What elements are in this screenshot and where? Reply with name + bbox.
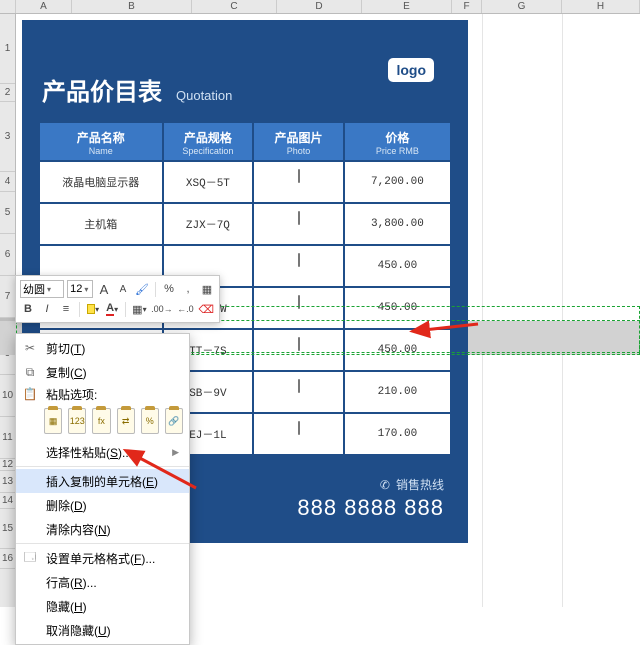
cell-photo[interactable] bbox=[253, 245, 344, 287]
col-D[interactable]: D bbox=[277, 0, 362, 13]
cell-price[interactable]: 450.00 bbox=[344, 329, 451, 371]
cell-photo[interactable] bbox=[253, 371, 344, 413]
menu-unhide[interactable]: 取消隐藏(U) bbox=[16, 618, 189, 642]
row-12[interactable]: 12 bbox=[0, 459, 15, 471]
th-name[interactable]: 产品名称Name bbox=[39, 122, 163, 161]
cell-photo[interactable] bbox=[253, 413, 344, 455]
row-5[interactable]: 5 bbox=[0, 192, 15, 234]
menu-cut[interactable]: ✂ 剪切(T) bbox=[16, 336, 189, 360]
menu-row-height[interactable]: 行高(R)... bbox=[16, 570, 189, 594]
page-title: 产品价目表 bbox=[42, 72, 162, 107]
row-14[interactable]: 14 bbox=[0, 493, 15, 509]
th-photo[interactable]: 产品图片Photo bbox=[253, 122, 344, 161]
menu-delete[interactable]: 删除(D) bbox=[16, 493, 189, 517]
row-2[interactable]: 2 bbox=[0, 84, 15, 102]
paste-option-formulas[interactable]: fx bbox=[92, 408, 110, 434]
th-spec[interactable]: 产品规格Specification bbox=[163, 122, 254, 161]
monitor-icon bbox=[281, 422, 317, 446]
decrease-decimal-button[interactable]: ←.0 bbox=[176, 300, 194, 318]
row-11[interactable]: 11 bbox=[0, 417, 15, 459]
monitor-icon bbox=[281, 338, 317, 362]
italic-button[interactable]: I bbox=[39, 300, 55, 318]
paste-option-link[interactable]: 🔗 bbox=[165, 408, 183, 434]
cell-name[interactable]: 主机箱 bbox=[39, 203, 163, 245]
menu-copy[interactable]: ⧉ 复制(C) bbox=[16, 360, 189, 384]
cell-photo[interactable] bbox=[253, 161, 344, 203]
menu-clear-contents[interactable]: 清除内容(N) bbox=[16, 517, 189, 541]
col-A[interactable]: A bbox=[16, 0, 72, 13]
col-F[interactable]: F bbox=[452, 0, 482, 13]
cell-spec[interactable]: XSQ－5T bbox=[163, 161, 254, 203]
cell-price[interactable]: 450.00 bbox=[344, 287, 451, 329]
font-color-button[interactable]: A▾ bbox=[104, 300, 120, 318]
col-E[interactable]: E bbox=[362, 0, 452, 13]
row-6[interactable]: 6 bbox=[0, 234, 15, 276]
comma-format-button[interactable]: , bbox=[180, 280, 196, 298]
th-price[interactable]: 价格Price RMB bbox=[344, 122, 451, 161]
logo-badge: logo bbox=[388, 58, 434, 82]
copy-icon: ⧉ bbox=[22, 365, 38, 380]
row-16[interactable]: 16 bbox=[0, 549, 15, 569]
menu-hide[interactable]: 隐藏(H) bbox=[16, 594, 189, 618]
paste-option-formatting[interactable]: % bbox=[141, 408, 159, 434]
font-family-select[interactable]: 幼圆▾ bbox=[20, 280, 64, 298]
page-subtitle: Quotation bbox=[176, 88, 232, 103]
monitor-icon bbox=[281, 170, 317, 194]
clipboard-icon: 📋 bbox=[22, 387, 38, 401]
row-4[interactable]: 4 bbox=[0, 172, 15, 192]
format-painter-icon[interactable]: 🖌 bbox=[134, 280, 150, 298]
conditional-format-icon[interactable]: ▦ bbox=[199, 280, 215, 298]
monitor-icon bbox=[281, 254, 317, 278]
row-1[interactable]: 1 bbox=[0, 14, 15, 84]
column-headers: A B C D E F G H bbox=[0, 0, 640, 14]
col-B[interactable]: B bbox=[72, 0, 192, 13]
paste-options-row: ▦ 123 fx ⇄ % 🔗 bbox=[16, 404, 189, 440]
menu-paste-options-label: 📋 粘贴选项: bbox=[16, 384, 189, 404]
paste-option-values[interactable]: 123 bbox=[68, 408, 86, 434]
col-H[interactable]: H bbox=[562, 0, 640, 13]
cell-photo[interactable] bbox=[253, 287, 344, 329]
mini-toolbar[interactable]: 幼圆▾ 12▾ A A 🖌 % , ▦ B I ≡ ▾ A▾ ▦▾ .00→ ←… bbox=[15, 275, 220, 323]
format-cells-icon: 🗔 bbox=[22, 548, 38, 569]
border-button[interactable]: ▦▾ bbox=[131, 300, 147, 318]
col-G[interactable]: G bbox=[482, 0, 562, 13]
cell-price[interactable]: 210.00 bbox=[344, 371, 451, 413]
row-3[interactable]: 3 bbox=[0, 102, 15, 172]
paste-option-all[interactable]: ▦ bbox=[44, 408, 62, 434]
increase-decimal-button[interactable]: .00→ bbox=[151, 300, 174, 318]
context-menu[interactable]: ✂ 剪切(T) ⧉ 复制(C) 📋 粘贴选项: ▦ 123 fx ⇄ % 🔗 选… bbox=[15, 333, 190, 645]
row-13[interactable]: 13 bbox=[0, 471, 15, 493]
bold-button[interactable]: B bbox=[20, 300, 36, 318]
menu-paste-special[interactable]: 选择性粘贴(S)... ▶ bbox=[16, 440, 189, 464]
cell-photo[interactable] bbox=[253, 203, 344, 245]
cell-price[interactable]: 3,800.00 bbox=[344, 203, 451, 245]
monitor-icon bbox=[281, 212, 317, 236]
font-size-select[interactable]: 12▾ bbox=[67, 280, 93, 298]
menu-insert-copied-cells[interactable]: 插入复制的单元格(E) bbox=[16, 469, 189, 493]
row-7[interactable]: 7 bbox=[0, 276, 15, 318]
menu-format-cells[interactable]: 🗔 设置单元格格式(F)... bbox=[16, 546, 189, 570]
monitor-icon bbox=[281, 380, 317, 404]
cell-name[interactable]: 液晶电脑显示器 bbox=[39, 161, 163, 203]
cell-photo[interactable] bbox=[253, 329, 344, 371]
table-row[interactable]: 主机箱ZJX－7Q 3,800.00 bbox=[39, 203, 451, 245]
scissors-icon: ✂ bbox=[22, 341, 38, 355]
decrease-font-button[interactable]: A bbox=[115, 280, 131, 298]
align-center-icon[interactable]: ≡ bbox=[58, 300, 74, 318]
row-headers: 1 2 3 4 5 6 7 8 9 10 11 12 13 14 15 16 bbox=[0, 14, 16, 607]
col-C[interactable]: C bbox=[192, 0, 277, 13]
paste-option-transpose[interactable]: ⇄ bbox=[117, 408, 135, 434]
monitor-icon bbox=[281, 296, 317, 320]
increase-font-button[interactable]: A bbox=[96, 280, 112, 298]
cell-price[interactable]: 450.00 bbox=[344, 245, 451, 287]
table-row[interactable]: 液晶电脑显示器XSQ－5T 7,200.00 bbox=[39, 161, 451, 203]
percent-format-button[interactable]: % bbox=[161, 280, 177, 298]
clear-format-icon[interactable]: ⌫ bbox=[198, 300, 215, 318]
row-10[interactable]: 10 bbox=[0, 375, 15, 417]
row-15[interactable]: 15 bbox=[0, 509, 15, 549]
cell-price[interactable]: 170.00 bbox=[344, 413, 451, 455]
cell-price[interactable]: 7,200.00 bbox=[344, 161, 451, 203]
cell-spec[interactable]: ZJX－7Q bbox=[163, 203, 254, 245]
fill-color-button[interactable]: ▾ bbox=[85, 300, 101, 318]
